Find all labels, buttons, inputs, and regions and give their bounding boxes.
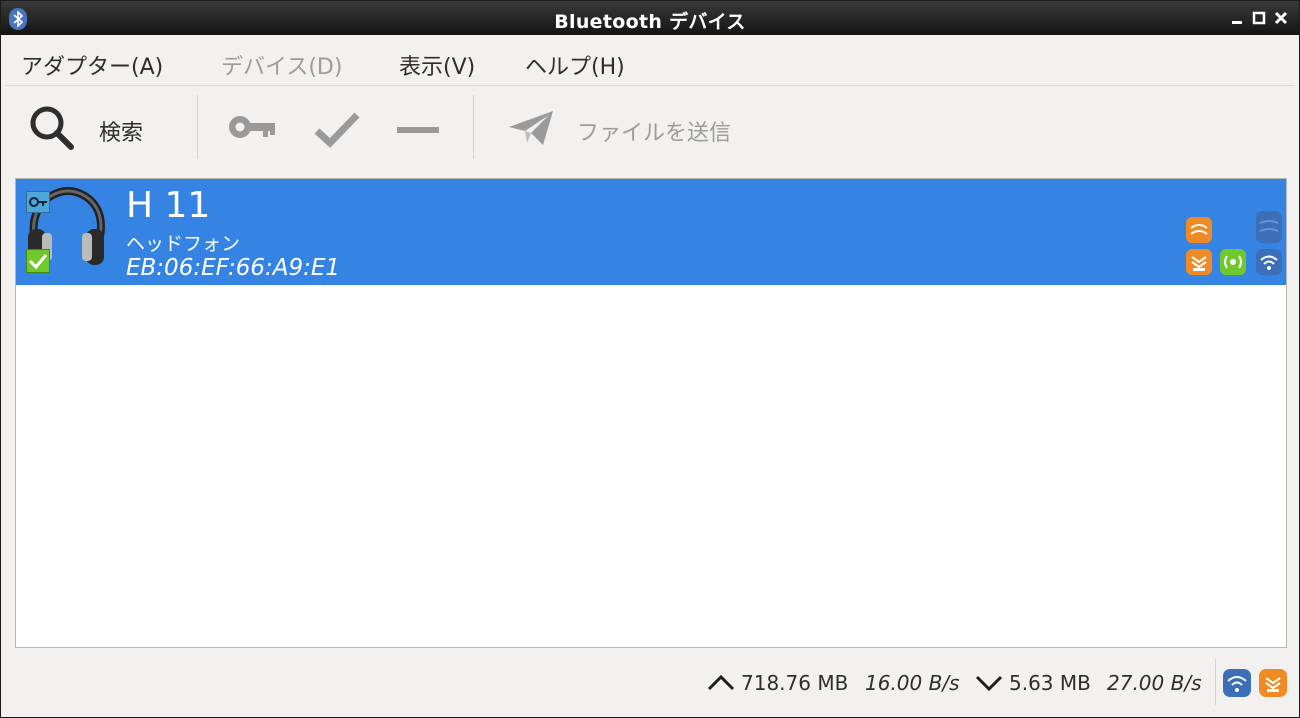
search-label: 検索 — [99, 121, 144, 146]
audio-status-icon — [1259, 669, 1287, 697]
send-file-button[interactable]: ファイルを送信 — [501, 87, 771, 167]
device-list[interactable]: H 11 ヘッドフォン EB:06:EF:66:A9:E1 — [15, 178, 1287, 648]
download-total: 5.63 MB — [1009, 671, 1091, 695]
title-bar[interactable]: Bluetooth デバイス — [1, 1, 1299, 35]
remove-minus-icon[interactable] — [397, 121, 441, 140]
audio-sink-icon — [1186, 217, 1212, 243]
status-bar: 718.76 MB 16.00 B/s 5.63 MB 27.00 B/s — [1, 653, 1299, 713]
trust-check-icon[interactable] — [313, 109, 361, 153]
send-file-label: ファイルを送信 — [577, 121, 732, 146]
paired-key-badge-icon — [26, 191, 50, 213]
download-rate: 27.00 B/s — [1107, 671, 1202, 695]
toolbar-separator — [197, 95, 198, 159]
menu-device[interactable]: デバイス(D) — [221, 49, 342, 81]
pair-key-icon[interactable] — [227, 111, 279, 147]
menu-adapter[interactable]: アダプター(A) — [21, 49, 163, 81]
device-name: H 11 — [126, 185, 211, 226]
download-arrow-icon — [975, 673, 1003, 697]
upload-rate: 16.00 B/s — [865, 671, 960, 695]
bluetooth-devices-window: Bluetooth デバイス アダプター(A) デバイス(D) 表示(V) ヘル… — [0, 0, 1300, 718]
window-title: Bluetooth デバイス — [554, 11, 746, 33]
trusted-check-badge-icon — [26, 249, 50, 273]
maximize-icon[interactable] — [1251, 9, 1269, 27]
upload-total: 718.76 MB — [741, 671, 849, 695]
signal-strength-icon — [1220, 249, 1246, 275]
toolbar: 検索 ファイルを送信 — [5, 87, 1295, 167]
wireless-icon — [1256, 249, 1282, 275]
minimize-icon[interactable] — [1229, 9, 1247, 27]
audio-stream-icon — [1186, 249, 1212, 275]
menu-help[interactable]: ヘルプ(H) — [525, 49, 625, 81]
search-icon — [27, 103, 77, 157]
device-type: ヘッドフォン — [126, 233, 241, 255]
device-address: EB:06:EF:66:A9:E1 — [126, 255, 341, 281]
network-status-icon — [1223, 669, 1251, 697]
menu-bar: アダプター(A) デバイス(D) 表示(V) ヘルプ(H) — [5, 39, 1295, 86]
device-row[interactable]: H 11 ヘッドフォン EB:06:EF:66:A9:E1 — [16, 179, 1286, 285]
menu-view[interactable]: 表示(V) — [399, 49, 475, 81]
upload-arrow-icon — [707, 673, 735, 697]
search-button[interactable]: 検索 — [17, 87, 167, 167]
network-icon — [1256, 211, 1282, 243]
toolbar-separator — [473, 95, 474, 159]
send-paper-plane-icon — [507, 107, 555, 151]
status-separator — [1215, 659, 1216, 705]
close-icon[interactable] — [1273, 9, 1291, 27]
